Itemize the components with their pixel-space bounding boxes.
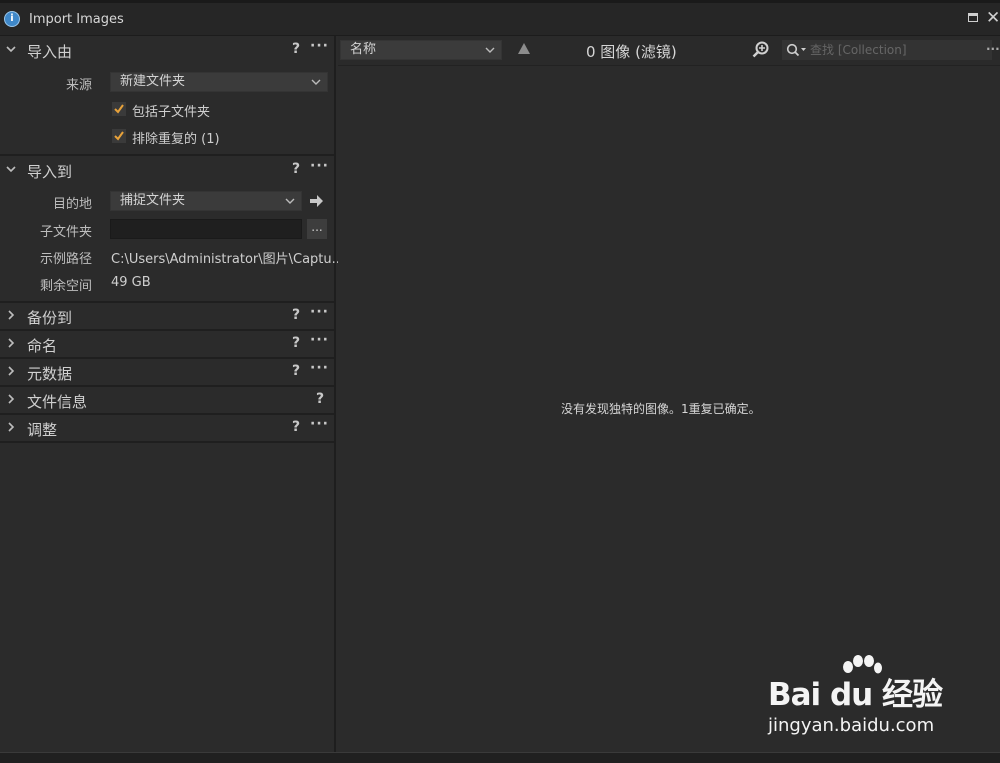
free-space-label: 剩余空间 (39, 279, 92, 294)
watermark-url: jingyan.baidu.com (768, 715, 935, 736)
source-dropdown[interactable]: 新建文件夹 (110, 72, 328, 92)
section-title: 元数据 (27, 365, 73, 383)
destination-dropdown[interactable]: 捕捉文件夹 (110, 191, 302, 211)
image-browser-panel: 名称 0 图像 (滤镜) ··· 没有发现独特的图像。1重复已确定。 (338, 36, 1000, 752)
maximize-icon (968, 13, 978, 22)
more-options-button[interactable]: ··· (310, 304, 329, 320)
section-header-naming[interactable]: 命名 ? ··· (0, 331, 334, 358)
help-button[interactable]: ? (316, 391, 324, 407)
sort-value: 名称 (350, 42, 377, 57)
checkbox-checked[interactable] (112, 102, 126, 116)
section-header-backup-to[interactable]: 备份到 ? ··· (0, 303, 334, 330)
help-button[interactable]: ? (292, 419, 300, 435)
more-options-button[interactable]: ··· (310, 38, 329, 54)
subfolder-browse-button[interactable]: ... (307, 219, 327, 239)
arrow-right-icon[interactable] (309, 195, 324, 207)
help-button[interactable]: ? (292, 161, 300, 177)
chevron-right-icon (5, 420, 17, 434)
search-box[interactable] (782, 40, 992, 60)
help-button[interactable]: ? (292, 335, 300, 351)
browser-toolbar: 名称 0 图像 (滤镜) ··· (338, 36, 1000, 66)
section-title: 文件信息 (27, 393, 88, 411)
section-title: 备份到 (27, 309, 73, 327)
section-header-file-info[interactable]: 文件信息 ? (0, 387, 334, 414)
more-options-button[interactable]: ··· (310, 360, 329, 376)
more-options-button[interactable]: ··· (986, 42, 1000, 56)
section-title: 命名 (27, 337, 58, 355)
checkbox-checked[interactable] (112, 129, 126, 143)
chevron-down-icon (485, 47, 495, 53)
window-titlebar: i Import Images ✕ (0, 0, 1000, 36)
help-button[interactable]: ? (292, 41, 300, 57)
chevron-right-icon (5, 392, 17, 406)
image-count: 0 图像 (滤镜) (586, 43, 677, 61)
section-title: 导入到 (27, 163, 73, 181)
empty-state-message: 没有发现独特的图像。1重复已确定。 (561, 402, 761, 416)
include-subfolders-label: 包括子文件夹 (132, 105, 211, 120)
window-title: Import Images (29, 12, 124, 27)
section-header-adjustments[interactable]: 调整 ? ··· (0, 415, 334, 442)
exclude-duplicates-label: 排除重复的 (1) (132, 132, 220, 147)
more-options-button[interactable]: ··· (310, 158, 329, 174)
sort-by-dropdown[interactable]: 名称 (340, 40, 502, 60)
help-button[interactable]: ? (292, 363, 300, 379)
subfolder-input[interactable] (110, 219, 302, 239)
destination-label: 目的地 (52, 197, 92, 212)
app-info-icon: i (4, 11, 20, 27)
import-settings-panel: 导入由 ? ··· 来源 新建文件夹 包括子文件夹 排除重复的 (1) 导入到 … (0, 36, 344, 752)
chevron-down-icon (285, 198, 295, 204)
watermark-brand: Bai du 经验 (768, 677, 943, 713)
section-title: 调整 (27, 421, 58, 439)
chevron-down-icon (311, 79, 321, 85)
search-input[interactable] (810, 40, 986, 60)
chevron-right-icon (5, 308, 17, 322)
example-path-value: C:\Users\Administrator\图片\Captu... (111, 252, 345, 267)
chevron-down-icon (5, 42, 17, 56)
help-button[interactable]: ? (292, 307, 300, 323)
status-bar (0, 752, 1000, 763)
sort-ascending-icon[interactable] (518, 43, 530, 54)
section-header-import-to[interactable]: 导入到 ? ··· (0, 157, 334, 184)
source-label: 来源 (65, 78, 92, 93)
source-value: 新建文件夹 (120, 74, 186, 89)
destination-value: 捕捉文件夹 (120, 193, 186, 208)
subfolder-label: 子文件夹 (39, 225, 92, 240)
section-header-metadata[interactable]: 元数据 ? ··· (0, 359, 334, 386)
chevron-right-icon (5, 364, 17, 378)
more-options-button[interactable]: ··· (310, 332, 329, 348)
example-path-label: 示例路径 (39, 252, 92, 267)
divider (0, 441, 334, 443)
chevron-down-icon (5, 162, 17, 176)
more-options-button[interactable]: ··· (310, 416, 329, 432)
baidu-jingyan-watermark: Bai du 经验 jingyan.baidu.com (768, 655, 953, 745)
section-title: 导入由 (27, 43, 73, 61)
zoom-icon[interactable] (752, 41, 770, 59)
search-icon (786, 43, 806, 57)
checkmark-icon (114, 131, 124, 141)
chevron-right-icon (5, 336, 17, 350)
close-button[interactable]: ✕ (986, 10, 1000, 27)
maximize-button[interactable] (966, 11, 980, 25)
checkmark-icon (114, 104, 124, 114)
section-header-import-from[interactable]: 导入由 ? ··· (0, 37, 334, 64)
free-space-value: 49 GB (111, 275, 151, 290)
divider (0, 154, 334, 156)
